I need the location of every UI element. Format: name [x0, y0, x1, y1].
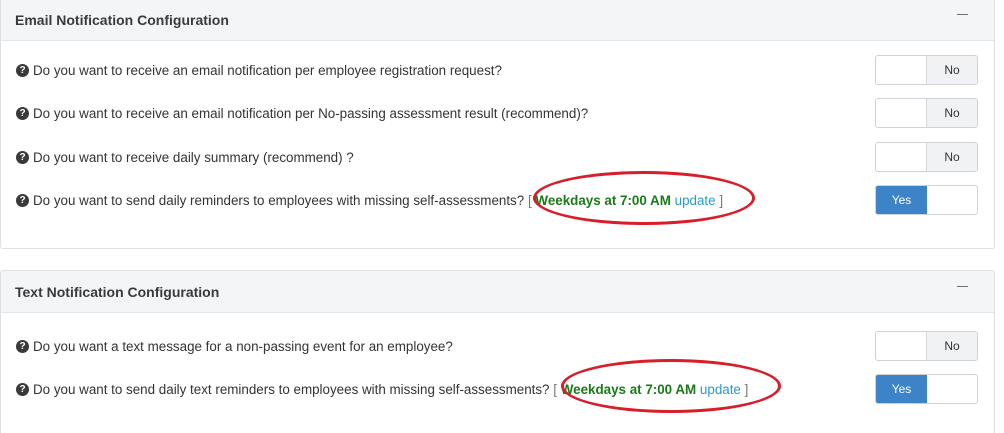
question-circle-icon[interactable]: ?: [16, 107, 29, 120]
email-setting-row: ? Do you want to receive an email notifi…: [1, 55, 994, 87]
question-circle-icon[interactable]: ?: [16, 194, 29, 207]
toggle-no-option[interactable]: No: [926, 332, 977, 360]
text-setting-row: ? Do you want a text message for a non-p…: [1, 331, 994, 363]
email-setting-row: ? Do you want to receive daily summary (…: [1, 142, 994, 174]
update-link[interactable]: update: [675, 193, 716, 208]
toggle-no-option[interactable]: No: [926, 99, 977, 127]
email-daily-summary-toggle[interactable]: No: [875, 142, 978, 172]
question-circle-icon[interactable]: ?: [16, 383, 29, 396]
email-setting-question: Do you want to send daily reminders to e…: [33, 193, 723, 208]
email-daily-reminder-toggle[interactable]: Yes: [875, 185, 978, 215]
email-setting-row: ? Do you want to receive an email notifi…: [1, 98, 994, 130]
text-setting-question: Do you want a text message for a non-pas…: [33, 339, 453, 354]
text-setting-question: Do you want to send daily text reminders…: [33, 382, 748, 397]
text-panel-title: Text Notification Configuration: [15, 284, 220, 300]
question-circle-icon[interactable]: ?: [16, 340, 29, 353]
email-registration-toggle[interactable]: No: [875, 55, 978, 85]
minus-icon[interactable]: [957, 286, 968, 287]
schedule-bracket-close: ]: [744, 382, 749, 397]
text-notification-panel: Text Notification Configuration ? Do you…: [0, 270, 995, 433]
schedule-text: Weekdays at 7:00 AM: [560, 382, 697, 397]
email-setting-question: Do you want to receive an email notifica…: [33, 106, 589, 121]
toggle-yes-option[interactable]: Yes: [876, 375, 927, 403]
notification-settings-page: Email Notification Configuration ? Do yo…: [0, 0, 1004, 433]
question-circle-icon[interactable]: ?: [16, 151, 29, 164]
email-setting-question: Do you want to receive daily summary (re…: [33, 150, 354, 165]
question-label: Do you want to send daily text reminders…: [33, 382, 550, 397]
text-panel-header[interactable]: Text Notification Configuration: [1, 271, 994, 313]
email-no-passing-toggle[interactable]: No: [875, 98, 978, 128]
email-setting-row: ? Do you want to send daily reminders to…: [1, 185, 994, 217]
text-daily-reminder-toggle[interactable]: Yes: [875, 374, 978, 404]
text-non-passing-toggle[interactable]: No: [875, 331, 978, 361]
update-link[interactable]: update: [700, 382, 741, 397]
text-setting-row: ? Do you want to send daily text reminde…: [1, 374, 994, 406]
email-panel-title: Email Notification Configuration: [15, 12, 229, 28]
question-circle-icon[interactable]: ?: [16, 64, 29, 77]
schedule-bracket-close: ]: [719, 193, 724, 208]
toggle-no-option[interactable]: No: [926, 56, 977, 84]
email-panel-header[interactable]: Email Notification Configuration: [1, 0, 994, 41]
email-setting-question: Do you want to receive an email notifica…: [33, 63, 502, 78]
question-label: Do you want to send daily reminders to e…: [33, 193, 525, 208]
schedule-bracket-open: [: [527, 193, 532, 208]
toggle-yes-option[interactable]: Yes: [876, 186, 927, 214]
email-notification-panel: Email Notification Configuration ? Do yo…: [0, 0, 995, 249]
schedule-text: Weekdays at 7:00 AM: [535, 193, 671, 208]
schedule-bracket-open: [: [553, 382, 557, 397]
minus-icon[interactable]: [957, 14, 968, 15]
toggle-no-option[interactable]: No: [926, 143, 977, 171]
